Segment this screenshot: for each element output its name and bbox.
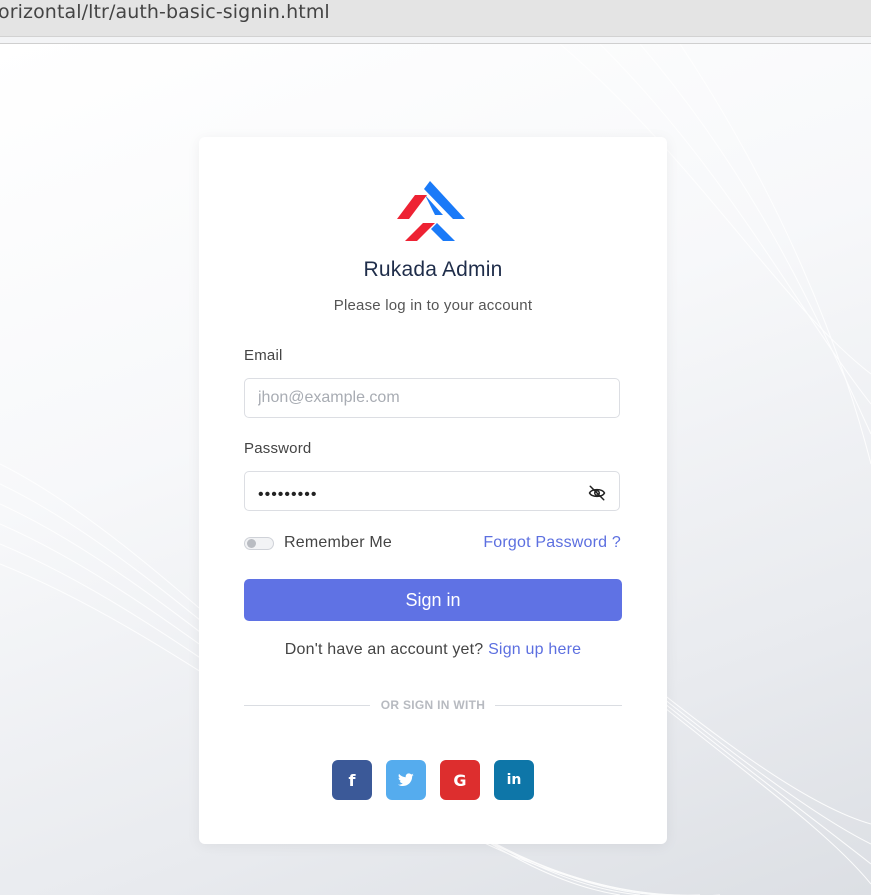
- divider-right: [495, 705, 622, 706]
- signup-prompt-text: Don't have an account yet?: [284, 641, 484, 658]
- linkedin-icon: in: [506, 772, 522, 788]
- browser-address-bar[interactable]: orizontal/ltr/auth-basic-signin.html: [0, 0, 871, 37]
- twitter-button[interactable]: [386, 760, 426, 800]
- remember-me-label: Remember Me: [284, 534, 393, 551]
- facebook-button[interactable]: f: [332, 760, 372, 800]
- url-text[interactable]: orizontal/ltr/auth-basic-signin.html: [0, 1, 330, 23]
- linkedin-button[interactable]: in: [494, 760, 534, 800]
- forgot-password-link[interactable]: Forgot Password ?: [483, 534, 621, 552]
- rukada-logo-icon: [397, 181, 465, 241]
- signup-link[interactable]: Sign up here: [488, 641, 581, 658]
- password-label: Password: [244, 440, 312, 457]
- google-button[interactable]: G: [440, 760, 480, 800]
- signup-prompt: Don't have an account yet? Sign up here: [199, 641, 667, 659]
- toggle-knob: [247, 539, 256, 548]
- sign-in-button[interactable]: Sign in: [244, 579, 622, 621]
- facebook-icon: f: [348, 770, 356, 790]
- login-subtitle: Please log in to your account: [333, 297, 533, 314]
- email-input[interactable]: [244, 378, 620, 418]
- remember-me-toggle[interactable]: [244, 537, 274, 550]
- password-value: •••••••••: [258, 486, 318, 503]
- signin-card: Rukada Admin Please log in to your accou…: [199, 137, 667, 844]
- email-label: Email: [244, 347, 283, 364]
- google-icon: G: [453, 770, 467, 790]
- twitter-icon: [398, 773, 414, 786]
- brand-title: Rukada Admin: [363, 258, 503, 281]
- eye-slash-icon[interactable]: [588, 484, 606, 502]
